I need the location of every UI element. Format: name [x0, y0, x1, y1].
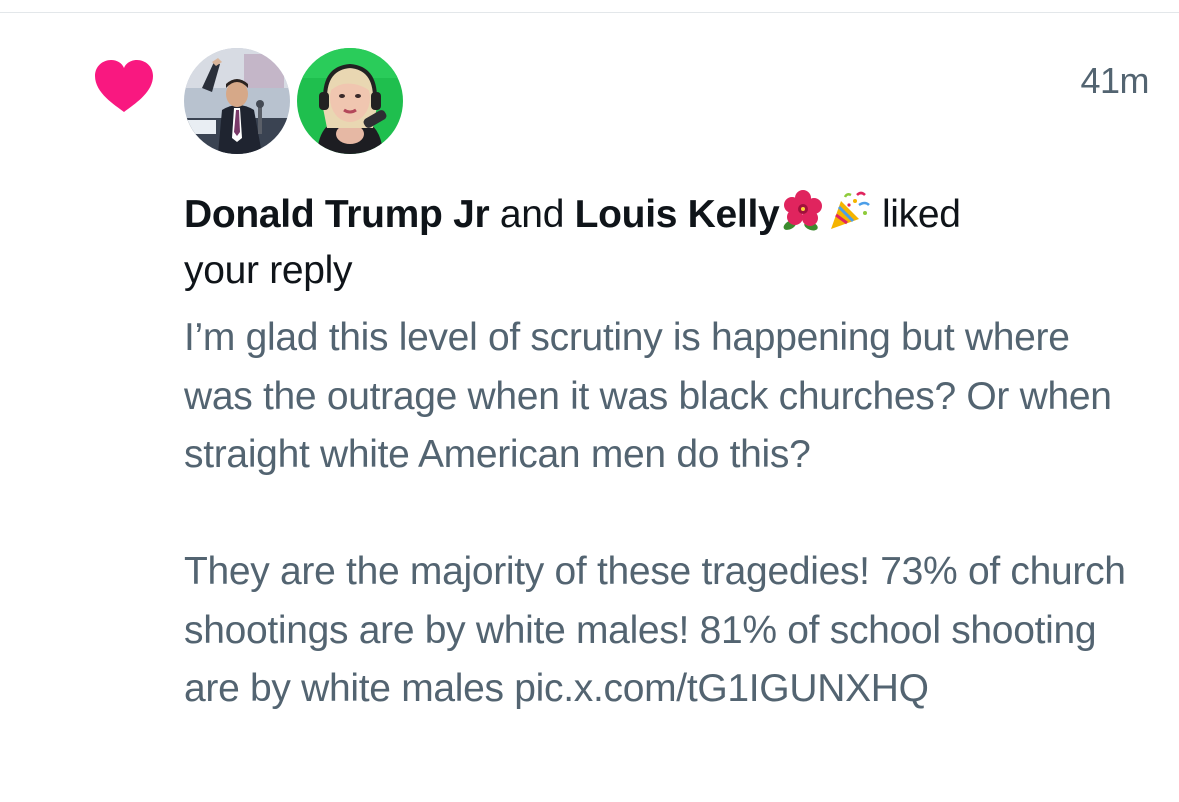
hibiscus-icon [784, 190, 823, 231]
action-text-line-2: your reply [184, 249, 353, 292]
notification-headline: Donald Trump Jr and Louis Kelly liked yo… [184, 187, 1124, 299]
avatar-donald-trump-jr[interactable] [184, 48, 290, 154]
reply-paragraph-1: I’m glad this level of scrutiny is happe… [184, 316, 1112, 476]
avatar-louis-kelly[interactable] [297, 48, 403, 154]
reply-paragraph-2: They are the majority of these tragedies… [184, 550, 1126, 710]
avatar-woman-headset-icon [297, 48, 403, 154]
liker-name-louis-kelly[interactable]: Louis Kelly [575, 193, 780, 236]
reply-text[interactable]: I’m glad this level of scrutiny is happe… [184, 309, 1144, 719]
liker-name-donald-trump-jr[interactable]: Donald Trump Jr [184, 193, 490, 236]
avatar-man-suit-icon [184, 48, 290, 154]
timestamp: 41m [1080, 60, 1149, 101]
heart-icon [95, 60, 153, 112]
action-text: liked [881, 193, 961, 236]
like-notification[interactable]: 41m Donald Trump Jr and Louis Kelly like… [0, 13, 1179, 802]
party-popper-icon [831, 191, 871, 229]
connector-text: and [499, 193, 565, 236]
